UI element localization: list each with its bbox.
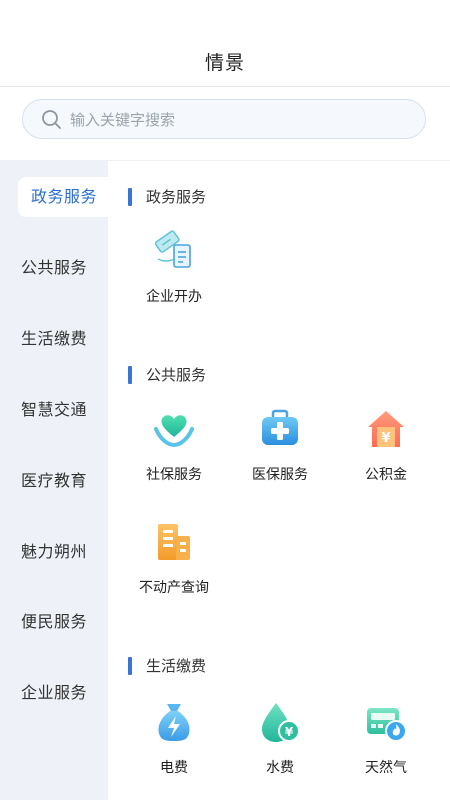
sidebar-item-label: 企业服务 <box>20 683 87 702</box>
section-accent-bar <box>128 657 132 675</box>
tile-social-security[interactable]: 社保服务 <box>134 407 214 507</box>
sidebar-item-label: 生活缴费 <box>20 329 87 348</box>
gas-meter-flame-icon <box>367 708 407 742</box>
section-accent-bar <box>128 366 132 384</box>
tile-label: 医保服务 <box>252 467 308 483</box>
section-accent-bar <box>128 188 132 206</box>
search-bar-container: 输入关键字搜索 <box>0 87 450 161</box>
tile-label: 企业开办 <box>146 289 202 305</box>
water-drop-yuan-icon: ¥ <box>262 703 300 742</box>
electricity-bag-icon <box>158 704 190 741</box>
sidebar-item-medical-education[interactable]: 医疗教育 <box>0 455 108 507</box>
sidebar-item-charming-shuozhou[interactable]: 魅力朔州 <box>0 526 108 578</box>
sidebar-item-government-services[interactable]: 政务服务 <box>18 177 108 217</box>
sidebar-item-label: 智慧交通 <box>20 400 87 419</box>
category-sidebar: 政务服务 公共服务 生活缴费 智慧交通 医疗教育 魅力朔州 便民服务 企业服务 <box>0 161 108 800</box>
tile-label: 水费 <box>266 760 294 776</box>
tile-medical-insurance[interactable]: 医保服务 <box>240 407 320 507</box>
tile-electricity-bill[interactable]: 电费 <box>134 700 214 800</box>
search-icon <box>42 110 61 129</box>
house-yuan-icon: ¥ <box>368 411 404 447</box>
tile-label: 天然气 <box>365 760 407 776</box>
tile-real-estate-query[interactable]: 不动产查询 <box>134 520 214 620</box>
heart-hands-icon <box>154 415 194 448</box>
tile-housing-fund[interactable]: ¥ 公积金 <box>346 407 426 507</box>
sidebar-item-label: 便民服务 <box>20 612 87 631</box>
sidebar-item-smart-traffic[interactable]: 智慧交通 <box>0 384 108 436</box>
sidebar-item-utility-payment[interactable]: 生活缴费 <box>0 313 108 365</box>
business-license-icon <box>154 230 191 268</box>
svg-text:¥: ¥ <box>381 431 390 446</box>
tile-label: 不动产查询 <box>139 580 209 596</box>
sidebar-item-enterprise-services[interactable]: 企业服务 <box>0 667 108 719</box>
sidebar-item-label: 魅力朔州 <box>20 542 87 561</box>
search-input[interactable]: 输入关键字搜索 <box>22 99 426 139</box>
tile-label: 公积金 <box>365 467 407 483</box>
tile-label: 电费 <box>160 760 188 776</box>
svg-text:¥: ¥ <box>285 725 294 739</box>
sidebar-item-label: 医疗教育 <box>20 471 87 490</box>
medical-kit-icon <box>262 409 298 445</box>
building-icon <box>158 524 190 560</box>
tile-water-bill[interactable]: ¥ 水费 <box>240 700 320 800</box>
search-placeholder: 输入关键字搜索 <box>70 111 176 129</box>
tile-business-setup[interactable]: 企业开办 <box>134 229 214 329</box>
tile-natural-gas[interactable]: 天然气 <box>346 700 426 800</box>
sidebar-item-label: 公共服务 <box>20 258 87 277</box>
sidebar-item-public-services[interactable]: 公共服务 <box>0 242 108 294</box>
app-header: 情景 <box>0 0 450 87</box>
sidebar-item-convenience-services[interactable]: 便民服务 <box>0 596 108 648</box>
tile-label: 社保服务 <box>146 467 202 483</box>
sidebar-item-label: 政务服务 <box>31 187 98 206</box>
service-content: 政务服务 企业开办 公共服务 社保服务 医保服务 ¥ 公积金 不动产查询 生活缴… <box>108 161 450 800</box>
page-title: 情景 <box>204 52 245 74</box>
